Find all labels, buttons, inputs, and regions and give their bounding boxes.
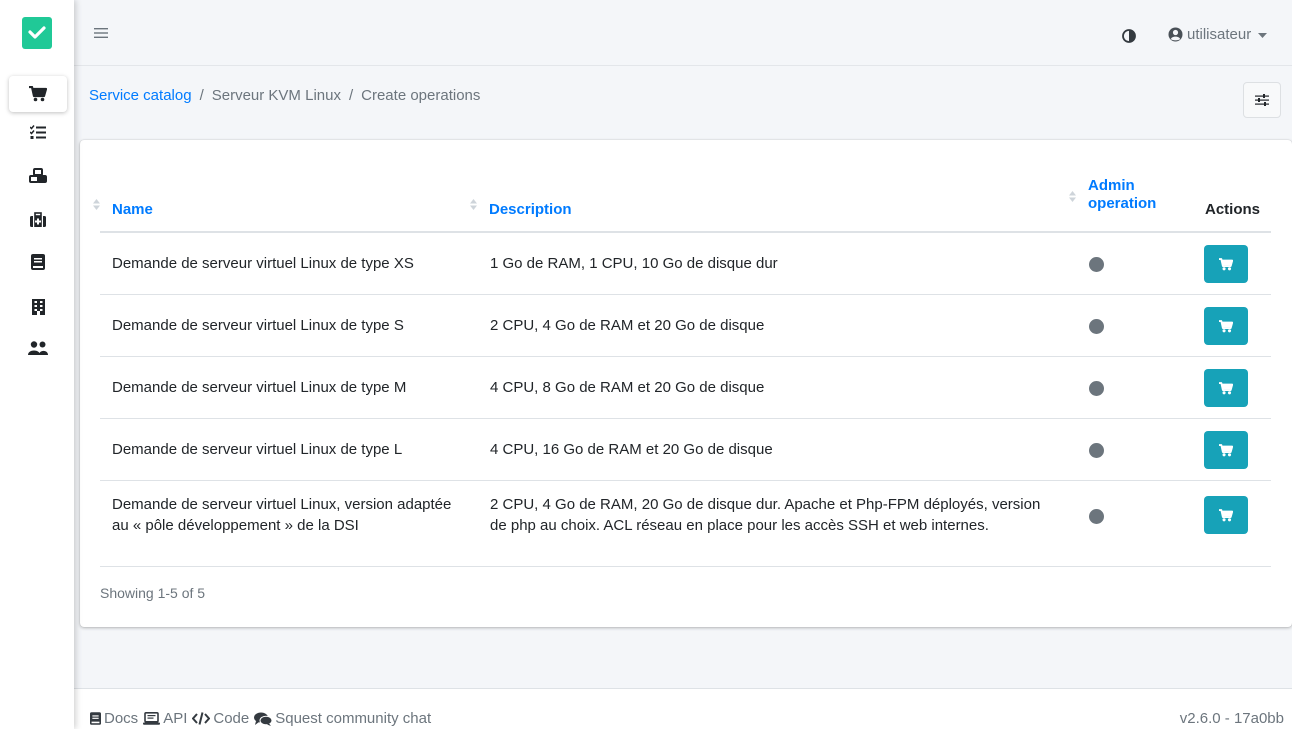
footer-link-code[interactable]: Code	[192, 710, 249, 727]
table-row: Demande de serveur virtuel Linux de type…	[100, 357, 1271, 419]
sidebar-item-users[interactable]	[9, 330, 67, 366]
footer-link-docs[interactable]: Docs	[90, 710, 138, 727]
app-version: v2.6.0 - 17a0bb	[1179, 710, 1284, 727]
table-row: Demande de serveur virtuel Linux de type…	[100, 233, 1271, 295]
cart-icon	[1219, 257, 1233, 270]
sidebar	[0, 0, 74, 729]
cart-icon	[1219, 319, 1233, 332]
order-button[interactable]	[1204, 496, 1248, 534]
sidebar-item-service-catalog[interactable]	[9, 76, 67, 112]
logo-icon[interactable]	[22, 17, 52, 49]
book-icon	[90, 712, 101, 725]
cubes-icon	[29, 168, 47, 183]
top-navbar: utilisateur	[74, 0, 1292, 66]
laptop-icon	[143, 712, 161, 725]
admin-operation-status-dot	[1089, 509, 1104, 524]
users-icon	[28, 341, 48, 355]
column-header-actions: Actions	[1205, 201, 1261, 218]
footer: Docs API Code Squest community chat v2.6…	[74, 688, 1292, 729]
table-row: Demande de serveur virtuel Linux de type…	[100, 295, 1271, 357]
operation-name: Demande de serveur virtuel Linux, versio…	[112, 496, 452, 534]
operation-description: 1 Go de RAM, 1 CPU, 10 Go de disque dur	[490, 255, 778, 272]
footer-links: Docs API Code Squest community chat	[90, 710, 436, 727]
column-header-name[interactable]: Name	[93, 199, 153, 219]
operation-name: Demande de serveur virtuel Linux de type…	[112, 255, 414, 272]
table-header: Name Description Admin operation Actions	[93, 174, 1271, 233]
sort-icon	[93, 199, 100, 210]
sidebar-item-requests[interactable]	[9, 114, 67, 150]
column-header-description[interactable]: Description	[470, 199, 572, 219]
user-name: utilisateur	[1187, 26, 1252, 43]
building-icon	[31, 299, 45, 315]
tasks-icon	[30, 125, 46, 139]
comments-icon	[254, 712, 273, 726]
operation-description: 4 CPU, 16 Go de RAM et 20 Go de disque	[490, 441, 773, 458]
operations-card: Name Description Admin operation Actions…	[80, 140, 1292, 627]
menu-toggle-icon[interactable]	[94, 26, 108, 42]
cart-icon	[1219, 443, 1233, 456]
cart-icon	[29, 86, 47, 102]
table-row: Demande de serveur virtuel Linux de type…	[100, 419, 1271, 481]
operation-name: Demande de serveur virtuel Linux de type…	[112, 379, 407, 396]
book-icon	[31, 254, 45, 270]
admin-operation-status-dot	[1089, 443, 1104, 458]
operation-name: Demande de serveur virtuel Linux de type…	[112, 317, 404, 334]
sidebar-item-docs[interactable]	[9, 244, 67, 280]
breadcrumb-current: Create operations	[361, 87, 481, 104]
operation-description: 2 CPU, 4 Go de RAM, 20 Go de disque dur.…	[490, 496, 1041, 534]
admin-operation-status-dot	[1089, 319, 1104, 334]
order-button[interactable]	[1204, 369, 1248, 407]
operation-description: 4 CPU, 8 Go de RAM et 20 Go de disque	[490, 379, 765, 396]
sidebar-item-organizations[interactable]	[9, 289, 67, 325]
user-menu[interactable]: utilisateur	[1168, 26, 1268, 43]
breadcrumb: Service catalog / Serveur KVM Linux / Cr…	[89, 87, 480, 104]
table-row: Demande de serveur virtuel Linux, versio…	[100, 481, 1271, 567]
breadcrumb-separator: /	[199, 87, 204, 104]
code-icon	[192, 712, 211, 725]
medkit-icon	[30, 212, 46, 227]
sort-icon	[470, 199, 477, 210]
filter-button[interactable]	[1243, 82, 1281, 118]
breadcrumb-service-catalog[interactable]: Service catalog	[89, 87, 192, 104]
sort-icon	[1069, 191, 1076, 202]
pagination-info: Showing 1-5 of 5	[100, 585, 206, 601]
user-circle-icon	[1168, 27, 1183, 42]
footer-link-community-chat[interactable]: Squest community chat	[254, 710, 431, 727]
sidebar-item-support[interactable]	[9, 202, 67, 238]
caret-down-icon	[1258, 32, 1268, 38]
operation-name: Demande de serveur virtuel Linux de type…	[112, 441, 403, 458]
theme-toggle-icon[interactable]	[1122, 29, 1136, 46]
column-header-admin-operation[interactable]: Admin operation	[1069, 177, 1156, 213]
cart-icon	[1219, 508, 1233, 521]
order-button[interactable]	[1204, 245, 1248, 283]
sidebar-item-instances[interactable]	[9, 158, 67, 194]
breadcrumb-service: Serveur KVM Linux	[211, 87, 341, 104]
operation-description: 2 CPU, 4 Go de RAM et 20 Go de disque	[490, 317, 765, 334]
breadcrumb-separator: /	[348, 87, 354, 104]
sliders-icon	[1255, 94, 1269, 106]
order-button[interactable]	[1204, 431, 1248, 469]
order-button[interactable]	[1204, 307, 1248, 345]
footer-link-api[interactable]: API	[143, 710, 187, 727]
admin-operation-status-dot	[1089, 257, 1104, 272]
cart-icon	[1219, 381, 1233, 394]
admin-operation-status-dot	[1089, 381, 1104, 396]
